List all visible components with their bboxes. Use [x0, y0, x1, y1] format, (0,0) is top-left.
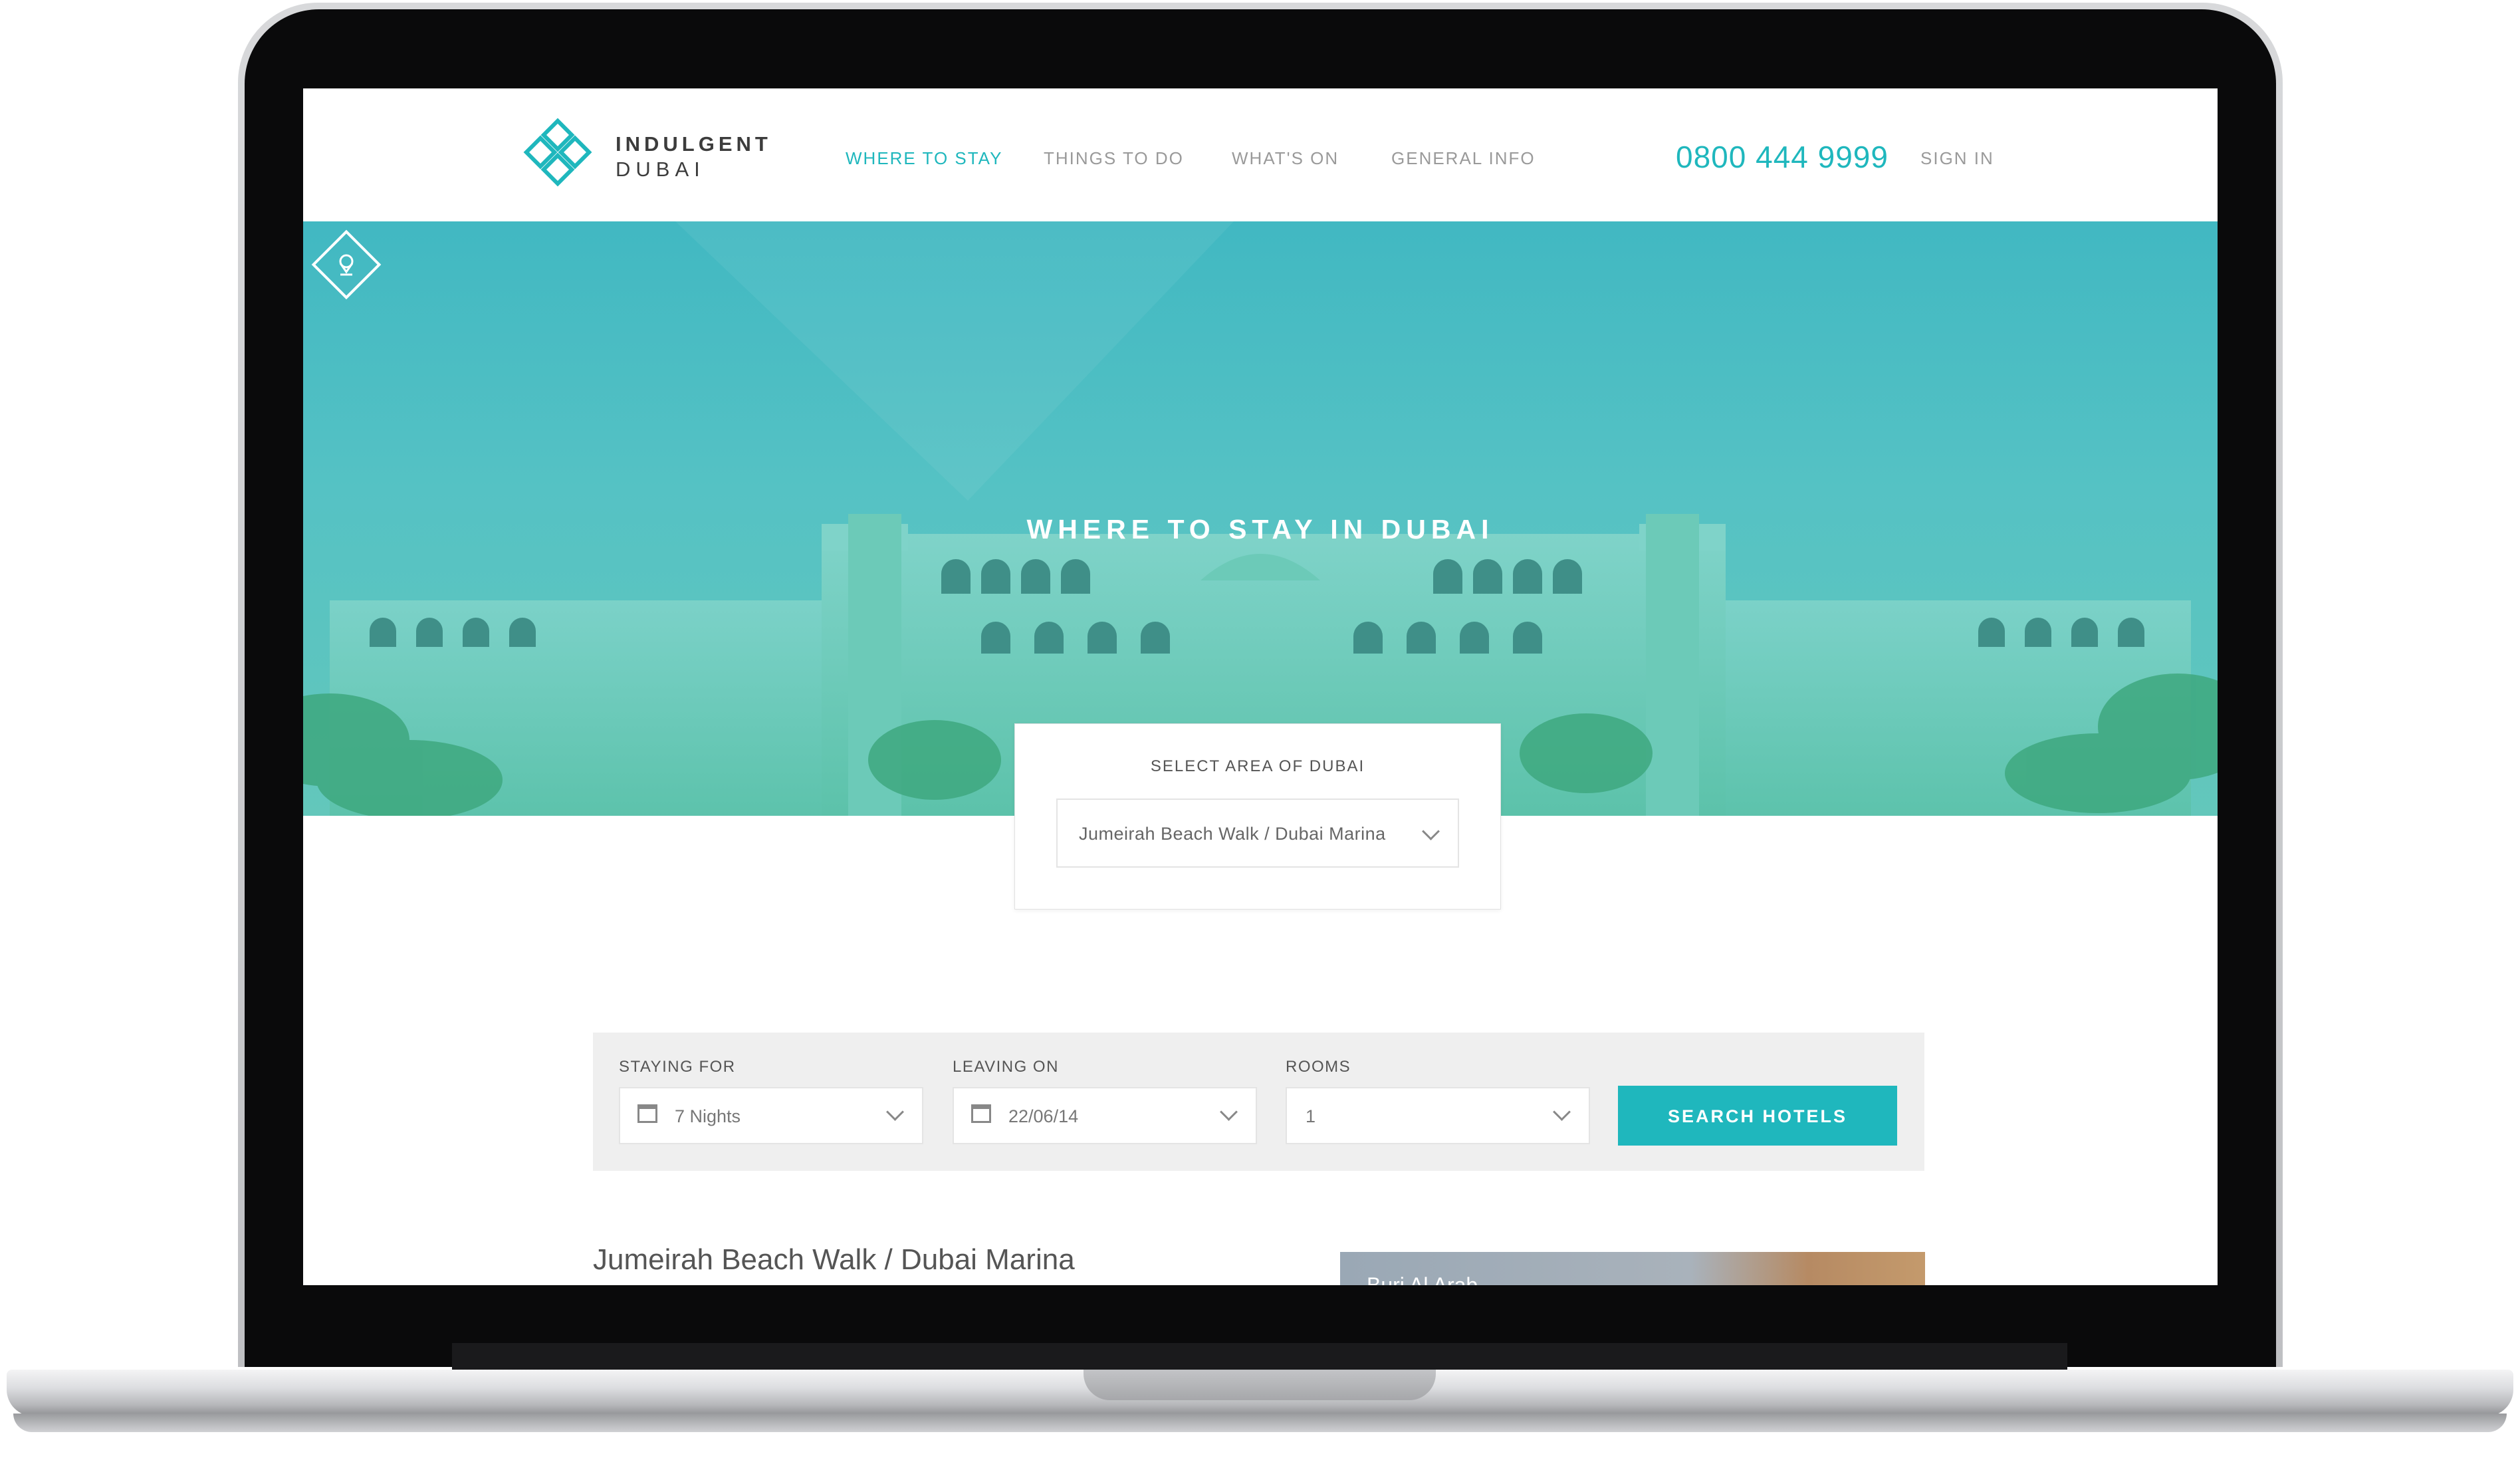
laptop-hinge: [452, 1343, 2067, 1370]
staying-for-select[interactable]: 7 Nights: [619, 1087, 923, 1144]
hero-title: WHERE TO STAY IN DUBAI: [1026, 514, 1494, 545]
chevron-down-icon: [886, 1103, 904, 1121]
leaving-on-select[interactable]: 22/06/14: [953, 1087, 1257, 1144]
search-hotels-button[interactable]: SEARCH HOTELS: [1618, 1086, 1897, 1146]
chevron-down-icon: [1422, 822, 1440, 840]
rooms-value: 1: [1306, 1106, 1316, 1126]
hotel-search-bar: STAYING FOR 7 Nights LEAVING ON 22/06/14…: [593, 1033, 1924, 1171]
brand-wordmark[interactable]: INDULGENT DUBAI: [616, 132, 772, 182]
staying-for-label: STAYING FOR: [619, 1058, 736, 1076]
leaving-on-value: 22/06/14: [1008, 1106, 1079, 1126]
brand-line-2: DUBAI: [616, 158, 705, 181]
nav-where-to-stay[interactable]: WHERE TO STAY: [846, 148, 1002, 169]
brand-line-1: INDULGENT: [616, 132, 772, 156]
nav-general-info[interactable]: GENERAL INFO: [1391, 148, 1536, 169]
area-select-dropdown[interactable]: Jumeirah Beach Walk / Dubai Marina: [1056, 799, 1459, 868]
site-header: INDULGENT DUBAI WHERE TO STAY THINGS TO …: [303, 88, 2218, 221]
sign-in-link[interactable]: SIGN IN: [1920, 148, 1994, 169]
nav-whats-on[interactable]: WHAT'S ON: [1232, 148, 1339, 169]
map-pin-icon: [311, 229, 382, 300]
chevron-down-icon: [1553, 1103, 1571, 1121]
phone-number[interactable]: 0800 444 9999: [1676, 139, 1889, 175]
calendar-icon: [971, 1104, 991, 1123]
area-select-card: SELECT AREA OF DUBAI Jumeirah Beach Walk…: [1014, 723, 1501, 910]
calendar-icon: [637, 1104, 657, 1123]
hotel-thumbnail[interactable]: Burj Al Arab: [1340, 1252, 1925, 1285]
area-select-label: SELECT AREA OF DUBAI: [1150, 757, 1365, 775]
logo-icon[interactable]: [522, 117, 602, 197]
area-select-value: Jumeirah Beach Walk / Dubai Marina: [1079, 824, 1386, 844]
laptop-base-lip: [13, 1414, 2507, 1432]
leaving-on-label: LEAVING ON: [953, 1058, 1059, 1076]
rooms-label: ROOMS: [1286, 1058, 1351, 1076]
results-area-title: Jumeirah Beach Walk / Dubai Marina: [593, 1243, 1075, 1276]
nav-things-to-do[interactable]: THINGS TO DO: [1044, 148, 1184, 169]
chevron-down-icon: [1220, 1103, 1238, 1121]
hotel-thumbnail-caption: Burj Al Arab: [1367, 1273, 1478, 1285]
laptop-notch: [1084, 1370, 1436, 1400]
screen: INDULGENT DUBAI WHERE TO STAY THINGS TO …: [303, 88, 2218, 1285]
rooms-select[interactable]: 1: [1286, 1087, 1590, 1144]
staying-for-value: 7 Nights: [675, 1106, 741, 1126]
